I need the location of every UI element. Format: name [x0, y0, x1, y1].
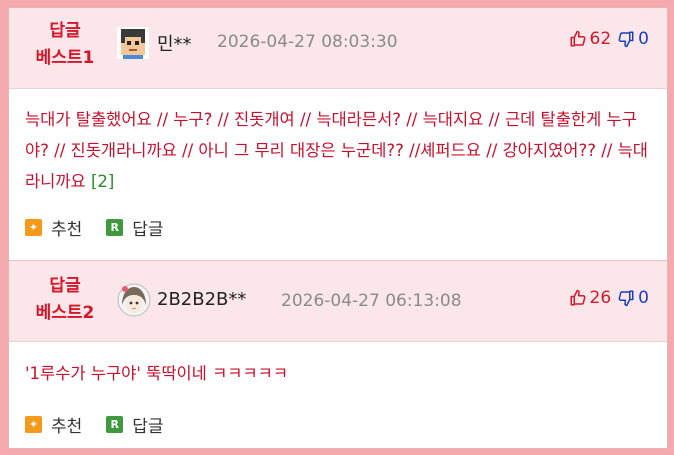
- recommend-label: 추천: [51, 220, 83, 240]
- reply-label: 답글: [132, 417, 164, 437]
- thumbs-up-icon: [570, 289, 585, 306]
- recommend-label: 추천: [51, 417, 83, 437]
- reply-button[interactable]: R 답글: [106, 215, 164, 240]
- comment-item: 답글 베스트2 2B2B2B** 2026-04-27 06:13:08 26 …: [9, 260, 667, 449]
- avatar[interactable]: [117, 27, 149, 59]
- upvote-button[interactable]: 26: [569, 288, 612, 308]
- upvote-button[interactable]: 62: [569, 29, 612, 49]
- comment-actions: ✦ 추천 R 답글: [25, 215, 188, 240]
- reply-count-link[interactable]: [2]: [91, 172, 114, 191]
- recommend-icon: ✦: [25, 416, 42, 433]
- thumbs-down-icon: [618, 31, 634, 48]
- thumbs-down-icon: [618, 290, 634, 307]
- best-reply-line1: 답글: [49, 21, 81, 41]
- comment-header: 답글 베스트1 민** 2026-04-27 08:03:30 62 0: [9, 8, 667, 89]
- recommend-button[interactable]: ✦ 추천: [25, 412, 82, 437]
- recommend-icon: ✦: [25, 219, 42, 236]
- best-reply-label: 답글 베스트2: [13, 273, 117, 327]
- avatar[interactable]: [117, 283, 151, 317]
- comment-text-content: 늑대가 탈출했어요 // 누구? // 진돗개여 // 늑대라믄서? // 늑대…: [25, 110, 648, 191]
- reply-label: 답글: [132, 220, 164, 240]
- downvote-count: 0: [638, 29, 649, 49]
- comment-text: '1루수가 누구야' 뚝딱이네 ㅋㅋㅋㅋㅋ: [25, 358, 655, 389]
- downvote-count: 0: [638, 288, 649, 308]
- best-reply-line2: 베스트1: [35, 48, 95, 68]
- best-reply-line1: 답글: [49, 276, 81, 296]
- nickname[interactable]: 2B2B2B**: [157, 289, 246, 310]
- upvote-count: 26: [589, 288, 612, 308]
- thumbs-up-icon: [570, 30, 585, 47]
- comment-header: 답글 베스트2 2B2B2B** 2026-04-27 06:13:08 26 …: [9, 261, 667, 342]
- comment-text-content: '1루수가 누구야' 뚝딱이네 ㅋㅋㅋㅋㅋ: [25, 364, 289, 383]
- downvote-button[interactable]: 0: [617, 29, 649, 49]
- comment-text: 늑대가 탈출했어요 // 누구? // 진돗개여 // 늑대라믄서? // 늑대…: [25, 104, 655, 197]
- vote-group: 62 0: [569, 29, 649, 49]
- downvote-button[interactable]: 0: [617, 288, 649, 308]
- best-reply-label: 답글 베스트1: [13, 18, 117, 72]
- nickname[interactable]: 민**: [157, 30, 192, 56]
- reply-icon: R: [106, 416, 124, 433]
- best-replies-panel: 답글 베스트1 민** 2026-04-27 08:03:30 62 0 늑대가…: [8, 7, 668, 449]
- comment-item: 답글 베스트1 민** 2026-04-27 08:03:30 62 0 늑대가…: [9, 8, 667, 259]
- reply-icon: R: [106, 219, 124, 236]
- best-reply-line2: 베스트2: [35, 303, 95, 323]
- reply-button[interactable]: R 답글: [106, 412, 164, 437]
- timestamp: 2026-04-27 06:13:08: [281, 291, 462, 311]
- upvote-count: 62: [589, 29, 612, 49]
- vote-group: 26 0: [569, 288, 649, 308]
- timestamp: 2026-04-27 08:03:30: [217, 32, 398, 52]
- recommend-button[interactable]: ✦ 추천: [25, 215, 82, 240]
- comment-actions: ✦ 추천 R 답글: [25, 412, 188, 437]
